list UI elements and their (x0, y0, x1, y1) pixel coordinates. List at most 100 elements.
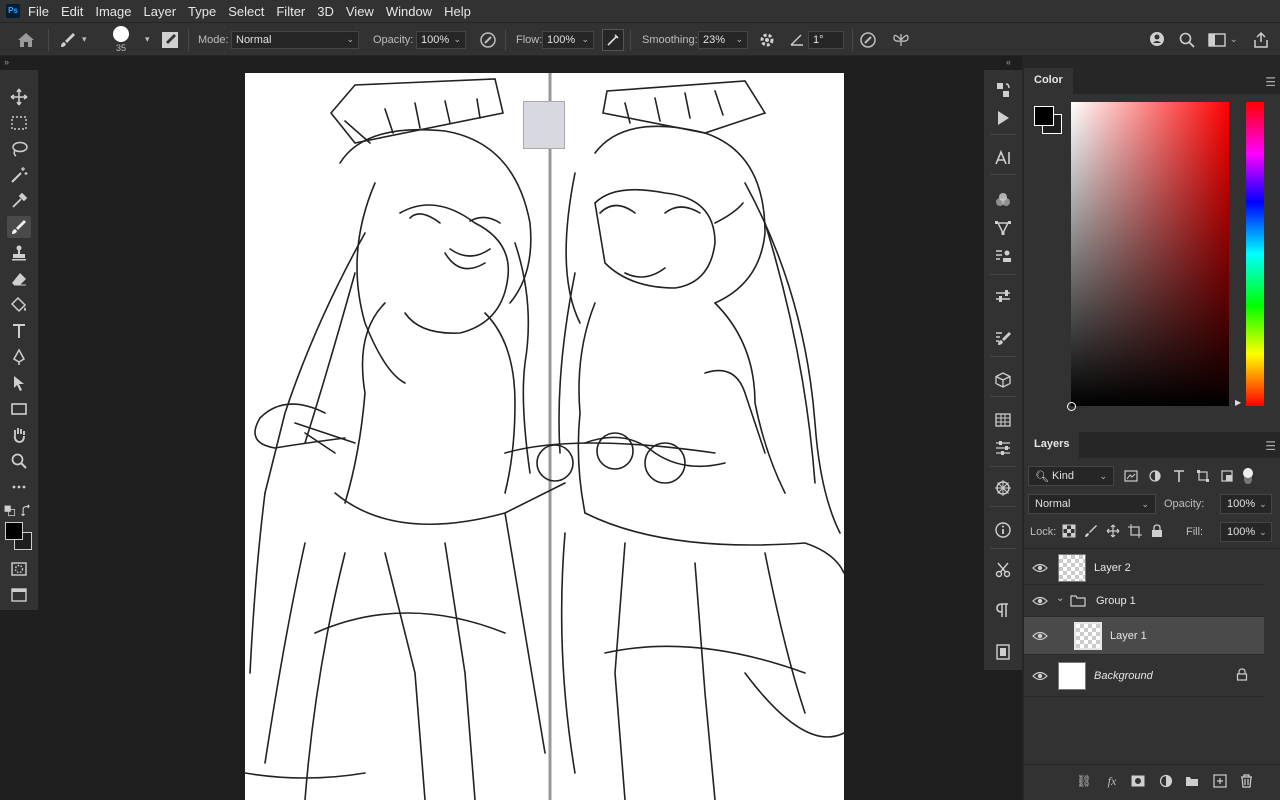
pen-tool[interactable] (7, 346, 31, 368)
brush-settings-panel-button[interactable] (991, 326, 1015, 350)
chevron-down-icon[interactable]: ▾ (145, 34, 150, 45)
brush-preset-picker[interactable]: 35 (113, 23, 129, 56)
group-row[interactable]: ⌄ Group 1 (1024, 585, 1264, 617)
magic-wand-tool[interactable] (7, 164, 31, 186)
symmetry-button[interactable] (891, 23, 911, 56)
new-group-button[interactable] (1184, 773, 1200, 789)
clone-stamp-tool[interactable] (7, 242, 31, 264)
chevron-down-icon[interactable]: ⌄ (1056, 593, 1064, 604)
mode-select[interactable]: Normal ⌄ (231, 30, 359, 49)
search-button[interactable] (1178, 23, 1196, 56)
lock-all-icon[interactable] (1150, 524, 1164, 538)
menu-type[interactable]: Type (188, 4, 216, 19)
blend-mode-select[interactable]: Normal ⌄ (1028, 494, 1156, 514)
reference-thumbnail-image[interactable] (523, 101, 565, 149)
clone-source-panel-button[interactable] (991, 244, 1015, 268)
layer-name[interactable]: Background (1094, 670, 1153, 682)
eyedropper-tool[interactable] (7, 190, 31, 212)
opacity-input[interactable]: 100% ⌄ (416, 30, 466, 49)
brush-tool[interactable] (7, 216, 31, 238)
new-adjustment-layer-button[interactable] (1158, 773, 1174, 789)
screen-mode-button[interactable] (7, 584, 31, 606)
brush-settings-toggle[interactable] (160, 23, 180, 56)
tool-preset-picker[interactable]: ▾ (58, 23, 87, 56)
menu-3d[interactable]: 3D (317, 4, 334, 19)
filter-type-icon[interactable] (1172, 469, 1186, 483)
menu-window[interactable]: Window (386, 4, 432, 19)
layer-name[interactable]: Layer 1 (1110, 630, 1147, 642)
layer-row[interactable]: Background (1024, 655, 1264, 697)
menu-help[interactable]: Help (444, 4, 471, 19)
foreground-color-swatch[interactable] (1034, 106, 1054, 126)
rectangle-tool[interactable] (7, 398, 31, 420)
move-tool[interactable] (7, 86, 31, 108)
eye-icon[interactable] (1032, 671, 1048, 681)
quick-mask-button[interactable] (7, 558, 31, 580)
document-canvas-area[interactable] (38, 56, 984, 800)
actions-panel-button[interactable] (991, 106, 1015, 130)
airbrush-toggle[interactable] (602, 23, 624, 56)
menu-file[interactable]: File (28, 4, 49, 19)
adjustments-panel-button[interactable] (991, 284, 1015, 308)
hue-slider-handle[interactable]: ▶ (1235, 398, 1241, 407)
saturation-brightness-field[interactable] (1071, 102, 1229, 406)
lock-position-icon[interactable] (1106, 524, 1120, 538)
paint-bucket-tool[interactable] (7, 294, 31, 316)
layer-row-selected[interactable]: Layer 1 (1024, 617, 1264, 655)
pressure-opacity-toggle[interactable] (478, 23, 498, 56)
toolbar-collapse-icon[interactable]: » (4, 57, 24, 69)
menu-filter[interactable]: Filter (276, 4, 305, 19)
swap-colors-button[interactable] (20, 500, 34, 522)
filter-shape-icon[interactable] (1196, 469, 1210, 483)
more-tools-button[interactable] (7, 476, 31, 498)
properties-panel-button[interactable] (991, 436, 1015, 460)
document-canvas[interactable] (245, 73, 844, 800)
tab-layers[interactable]: Layers (1024, 432, 1080, 458)
link-layers-icon[interactable]: ⛓ (1076, 773, 1092, 789)
channels-panel-button[interactable] (991, 188, 1015, 212)
filter-toggle-switch[interactable] (1243, 468, 1253, 484)
path-selection-tool[interactable] (7, 372, 31, 394)
flow-input[interactable]: 100% ⌄ (542, 30, 594, 49)
share-export-button[interactable] (1253, 23, 1269, 56)
menu-image[interactable]: Image (95, 4, 131, 19)
angle-input[interactable]: 1° (808, 30, 844, 49)
layer-name[interactable]: Layer 2 (1094, 562, 1131, 574)
default-colors-button[interactable] (3, 500, 17, 522)
history-panel-button[interactable] (991, 78, 1015, 102)
smoothing-options-button[interactable] (758, 23, 776, 56)
share-button[interactable] (1148, 23, 1168, 56)
lock-transparent-icon[interactable] (1062, 524, 1076, 538)
eraser-tool[interactable] (7, 268, 31, 290)
tool-presets-panel-button[interactable] (991, 558, 1015, 582)
layer-filter-select[interactable]: 🔍︎ Kind ⌄ (1028, 466, 1114, 486)
eye-icon[interactable] (1032, 563, 1048, 573)
menu-edit[interactable]: Edit (61, 4, 83, 19)
layer-row[interactable]: Layer 2 (1024, 551, 1264, 585)
home-button[interactable] (16, 23, 36, 56)
artboard-nesting-icon[interactable] (1128, 524, 1142, 538)
info-panel-button[interactable] (991, 518, 1015, 542)
smoothing-input[interactable]: 23% ⌄ (698, 30, 748, 49)
brush-angle-control[interactable] (789, 23, 805, 56)
timeline-panel-button[interactable] (991, 408, 1015, 432)
filter-adjustment-icon[interactable] (1148, 469, 1162, 483)
glyphs-panel-button[interactable] (991, 640, 1015, 664)
lock-image-icon[interactable] (1084, 524, 1098, 538)
layer-name[interactable]: Group 1 (1096, 595, 1136, 607)
filter-pixel-icon[interactable] (1124, 469, 1138, 483)
panels-collapse-icon[interactable]: « (1006, 57, 1011, 67)
lasso-tool[interactable] (7, 138, 31, 160)
filter-smart-object-icon[interactable] (1220, 469, 1234, 483)
layer-opacity-input[interactable]: 100% ⌄ (1220, 494, 1272, 514)
new-layer-button[interactable] (1212, 773, 1228, 789)
photoshop-logo[interactable]: Ps (6, 4, 20, 18)
character-panel-button[interactable] (991, 146, 1015, 170)
panel-menu-icon[interactable]: ☰ (1265, 439, 1276, 453)
marquee-tool[interactable] (7, 112, 31, 134)
fill-input[interactable]: 100% ⌄ (1220, 522, 1272, 542)
zoom-tool[interactable] (7, 450, 31, 472)
eye-icon[interactable] (1032, 631, 1048, 641)
paths-panel-button[interactable] (991, 216, 1015, 240)
color-picker-marker[interactable] (1067, 402, 1076, 411)
